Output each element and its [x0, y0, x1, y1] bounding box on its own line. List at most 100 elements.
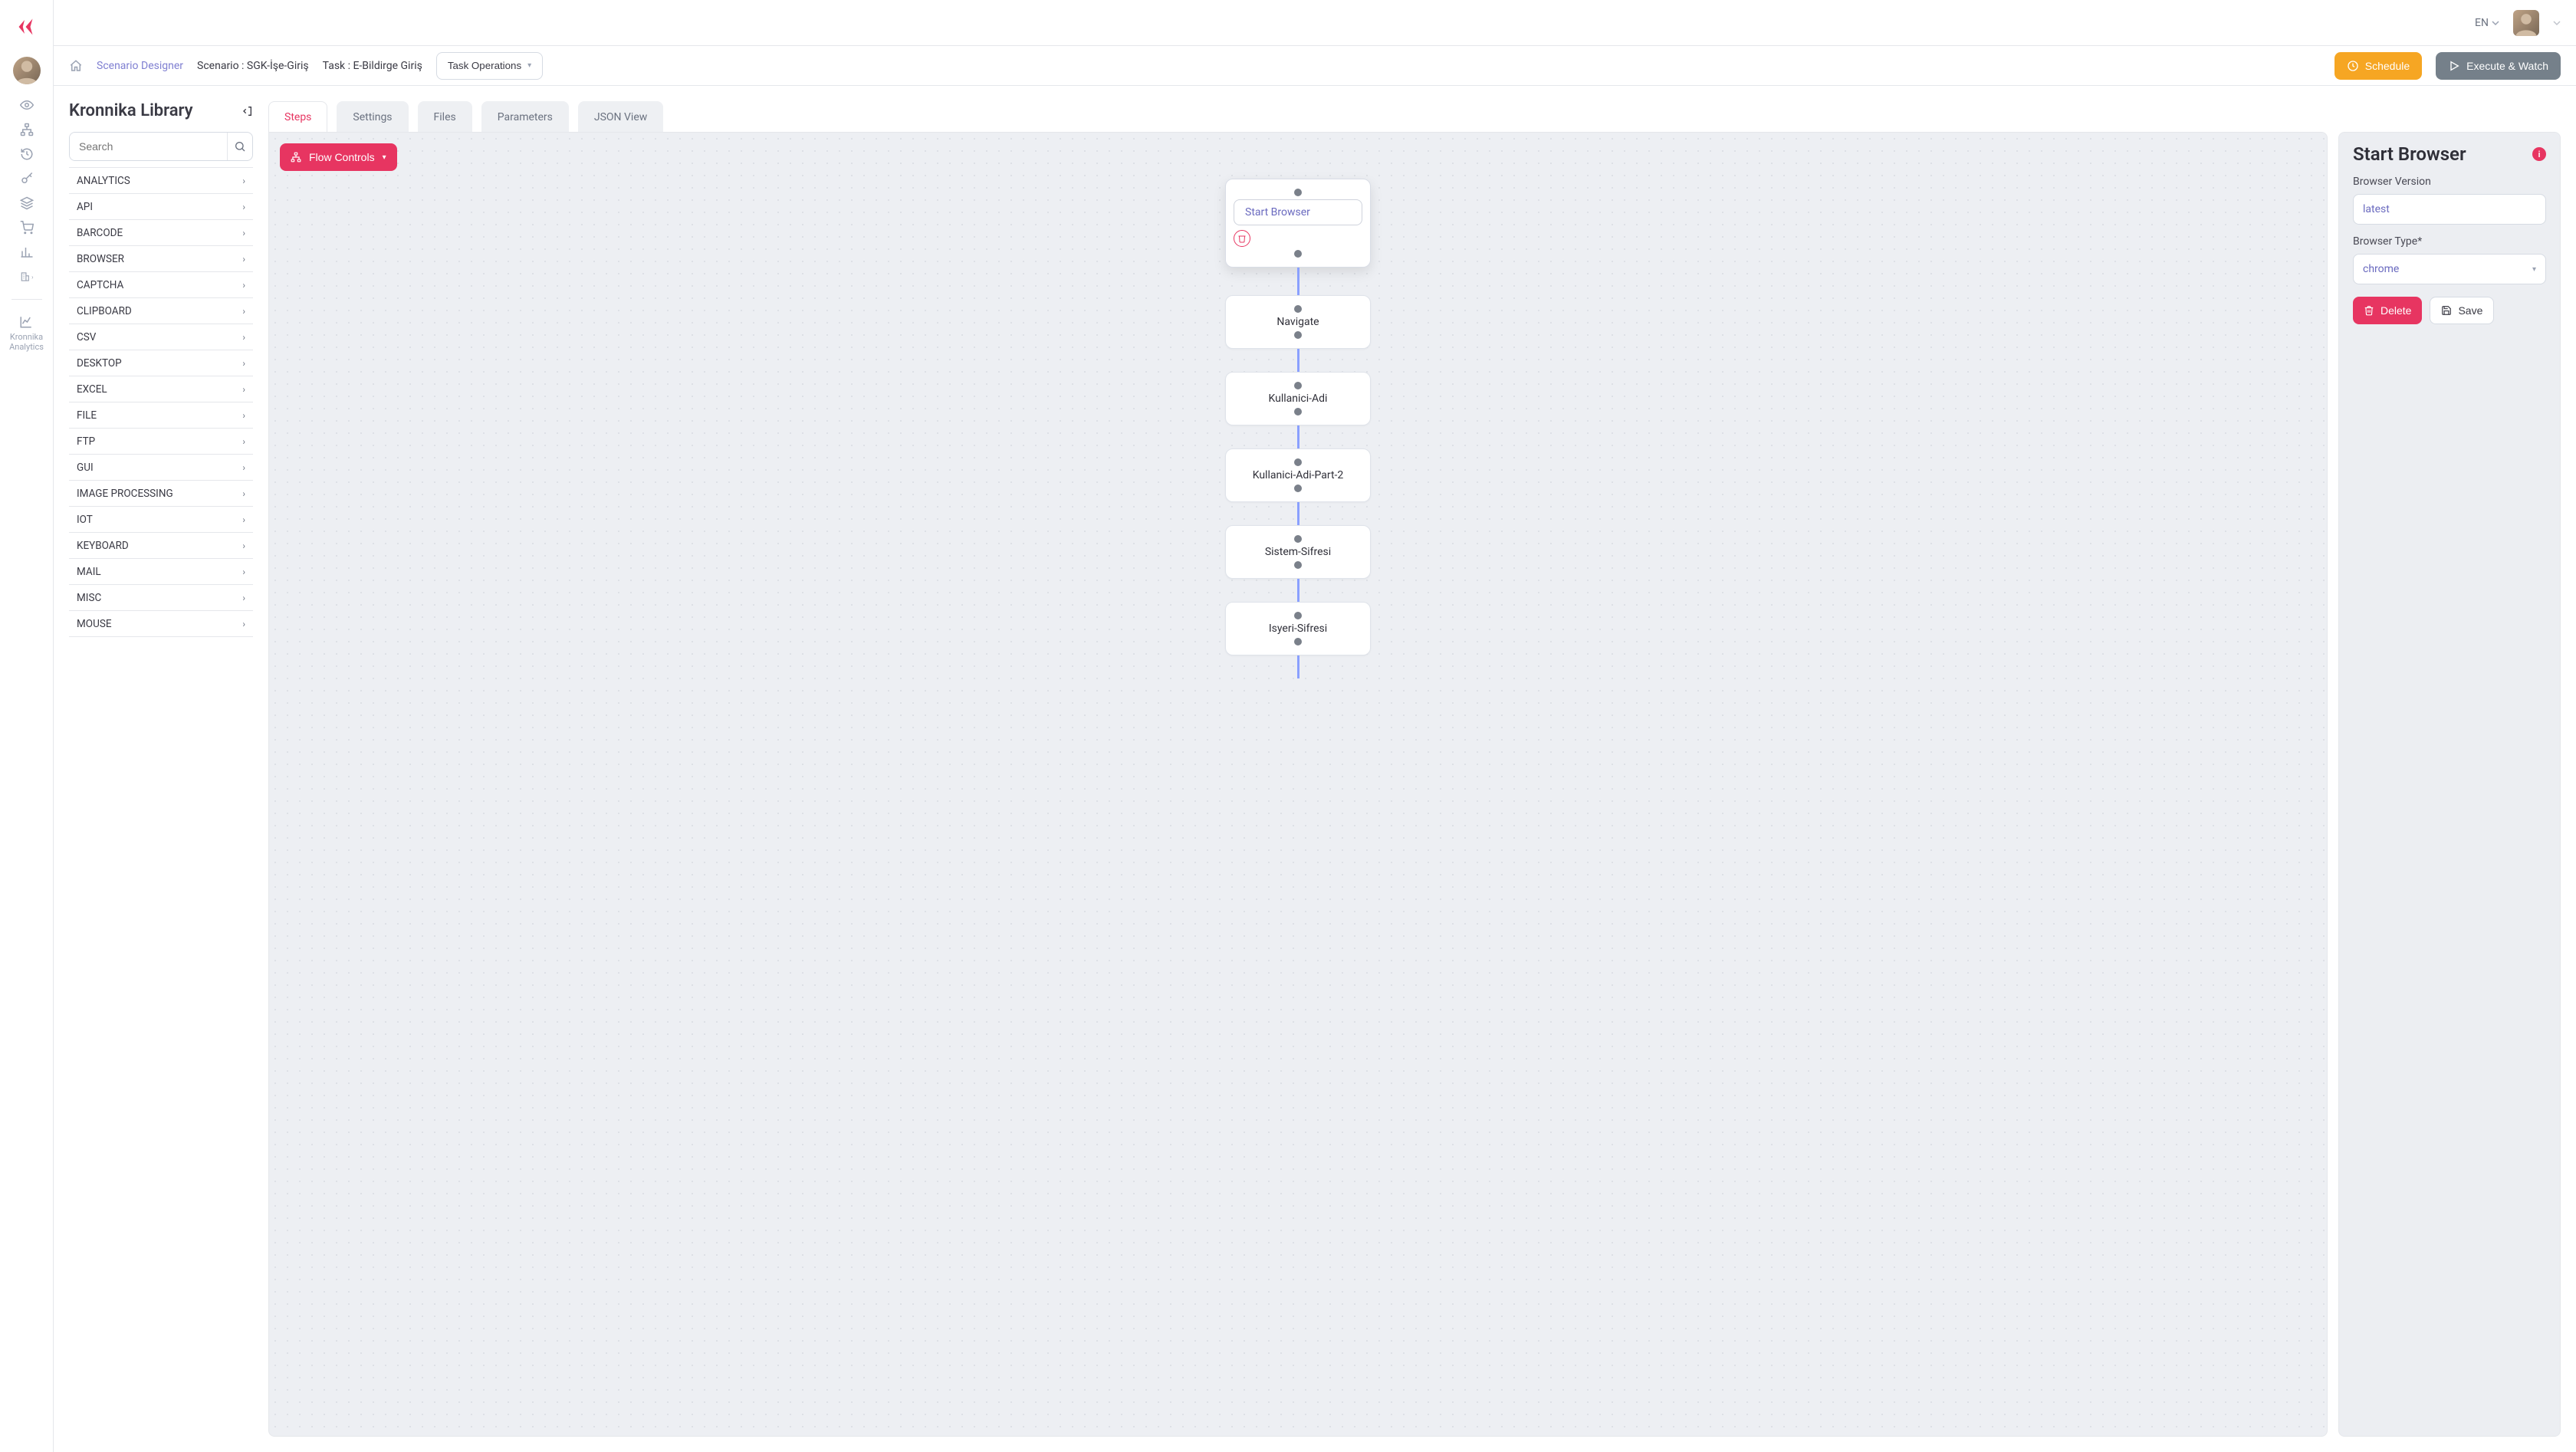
tab-settings[interactable]: Settings [337, 101, 408, 132]
delete-button[interactable]: Delete [2353, 297, 2422, 324]
search-input[interactable] [70, 133, 227, 160]
user-avatar[interactable] [2513, 10, 2539, 36]
crumb-task: Task : E-Bildirge Giriş [323, 60, 422, 72]
language-select[interactable]: EN [2475, 17, 2499, 29]
category-item[interactable]: MISC› [69, 585, 253, 611]
task-operations-dropdown[interactable]: Task Operations ▾ [436, 52, 543, 80]
category-item[interactable]: FTP› [69, 429, 253, 455]
schedule-button[interactable]: Schedule [2334, 52, 2422, 80]
tab-files[interactable]: Files [418, 101, 472, 132]
chevron-right-icon: › [242, 358, 245, 369]
node-port-bottom[interactable] [1294, 561, 1302, 569]
node-port-bottom[interactable] [1294, 485, 1302, 492]
eye-icon[interactable] [20, 98, 34, 112]
flow-controls-dropdown[interactable]: Flow Controls ▾ [280, 143, 397, 171]
flow-link [1297, 349, 1300, 372]
category-item[interactable]: GUI› [69, 455, 253, 481]
workspace-tabs: Steps Settings Files Parameters JSON View [268, 101, 2561, 132]
node-port-bottom[interactable] [1294, 250, 1302, 258]
category-item[interactable]: ANALYTICS› [69, 168, 253, 194]
flow-node[interactable]: Kullanici-Adi [1225, 372, 1371, 425]
chevron-right-icon: › [242, 514, 245, 525]
node-delete-icon[interactable] [1234, 230, 1250, 247]
analytics-link[interactable]: Kronnika Analytics [9, 315, 44, 352]
topbar: EN [54, 0, 2576, 46]
chevron-right-icon: › [242, 619, 245, 629]
node-port-bottom[interactable] [1294, 638, 1302, 646]
node-port-top[interactable] [1294, 612, 1302, 619]
node-port-top[interactable] [1294, 535, 1302, 543]
category-item[interactable]: KEYBOARD› [69, 533, 253, 559]
building-icon[interactable]: › [20, 270, 34, 284]
layers-icon[interactable] [20, 196, 34, 210]
chevron-right-icon: › [242, 254, 245, 264]
flow-node[interactable]: Navigate [1225, 295, 1371, 349]
flow-node[interactable]: Start Browser [1225, 179, 1371, 268]
node-port-top[interactable] [1294, 305, 1302, 313]
category-item[interactable]: DESKTOP› [69, 350, 253, 376]
home-icon[interactable] [69, 59, 83, 73]
chevron-right-icon: › [242, 488, 245, 499]
node-port-bottom[interactable] [1294, 331, 1302, 339]
flow-link [1297, 579, 1300, 602]
node-label: Start Browser [1245, 206, 1310, 218]
save-button[interactable]: Save [2430, 297, 2494, 324]
node-port-top[interactable] [1294, 382, 1302, 389]
chevron-right-icon: › [242, 436, 245, 447]
category-item[interactable]: API› [69, 194, 253, 220]
linechart-icon [19, 315, 33, 329]
category-item[interactable]: IOT› [69, 507, 253, 533]
chevron-right-icon: › [242, 567, 245, 577]
cart-icon[interactable] [20, 221, 34, 235]
category-item[interactable]: CLIPBOARD› [69, 298, 253, 324]
flow-node[interactable]: Isyeri-Sifresi [1225, 602, 1371, 655]
browser-type-select[interactable]: chrome ▾ [2353, 254, 2546, 284]
chevron-right-icon: › [242, 462, 245, 473]
canvas[interactable]: Flow Controls ▾ Start Browser Navigate Kul… [268, 132, 2328, 1437]
node-label: Sistem-Sifresi [1265, 546, 1331, 558]
category-item[interactable]: BARCODE› [69, 220, 253, 246]
node-label: Isyeri-Sifresi [1269, 623, 1327, 635]
category-item[interactable]: IMAGE PROCESSING› [69, 481, 253, 507]
key-icon[interactable] [20, 172, 34, 186]
tab-parameters[interactable]: Parameters [481, 101, 569, 132]
logo[interactable] [8, 8, 46, 46]
flow-link [1297, 502, 1300, 525]
category-item[interactable]: MAIL› [69, 559, 253, 585]
category-item[interactable]: CSV› [69, 324, 253, 350]
chevron-right-icon: › [242, 540, 245, 551]
node-port-top[interactable] [1294, 458, 1302, 466]
category-item[interactable]: CAPTCHA› [69, 272, 253, 298]
search-button[interactable] [227, 133, 252, 160]
tab-steps[interactable]: Steps [268, 101, 327, 132]
crumb-scenario: Scenario : SGK-İşe-Giriş [197, 60, 309, 72]
category-item[interactable]: BROWSER› [69, 246, 253, 272]
clock-icon [2347, 60, 2359, 72]
flow-node[interactable]: Sistem-Sifresi [1225, 525, 1371, 579]
breadcrumb: Scenario Designer Scenario : SGK-İşe-Gir… [97, 60, 422, 72]
barchart-icon[interactable] [20, 245, 34, 259]
info-icon[interactable]: i [2532, 147, 2546, 161]
play-icon [2448, 60, 2460, 72]
chevron-right-icon: › [242, 593, 245, 603]
category-item[interactable]: FILE› [69, 402, 253, 429]
browser-version-label: Browser Version [2353, 176, 2546, 188]
workspace: Steps Settings Files Parameters JSON View Fl… [268, 101, 2561, 1437]
node-port-top[interactable] [1294, 189, 1302, 196]
history-icon[interactable] [20, 147, 34, 161]
category-item[interactable]: EXCEL› [69, 376, 253, 402]
trash-icon [2364, 305, 2374, 316]
avatar[interactable] [13, 57, 41, 84]
category-item[interactable]: MOUSE› [69, 611, 253, 637]
user-menu-caret[interactable] [2553, 19, 2561, 27]
node-port-bottom[interactable] [1294, 408, 1302, 416]
crumb-designer[interactable]: Scenario Designer [97, 60, 183, 72]
flow-node[interactable]: Kullanici-Adi-Part-2 [1225, 448, 1371, 502]
tab-json-view[interactable]: JSON View [578, 101, 663, 132]
sitemap-icon[interactable] [20, 123, 34, 136]
execute-watch-button[interactable]: Execute & Watch [2436, 52, 2561, 80]
library-title: Kronnika Library [69, 101, 193, 121]
browser-version-input[interactable]: latest [2353, 194, 2546, 225]
collapse-icon[interactable] [241, 105, 253, 117]
search-icon [234, 140, 246, 153]
